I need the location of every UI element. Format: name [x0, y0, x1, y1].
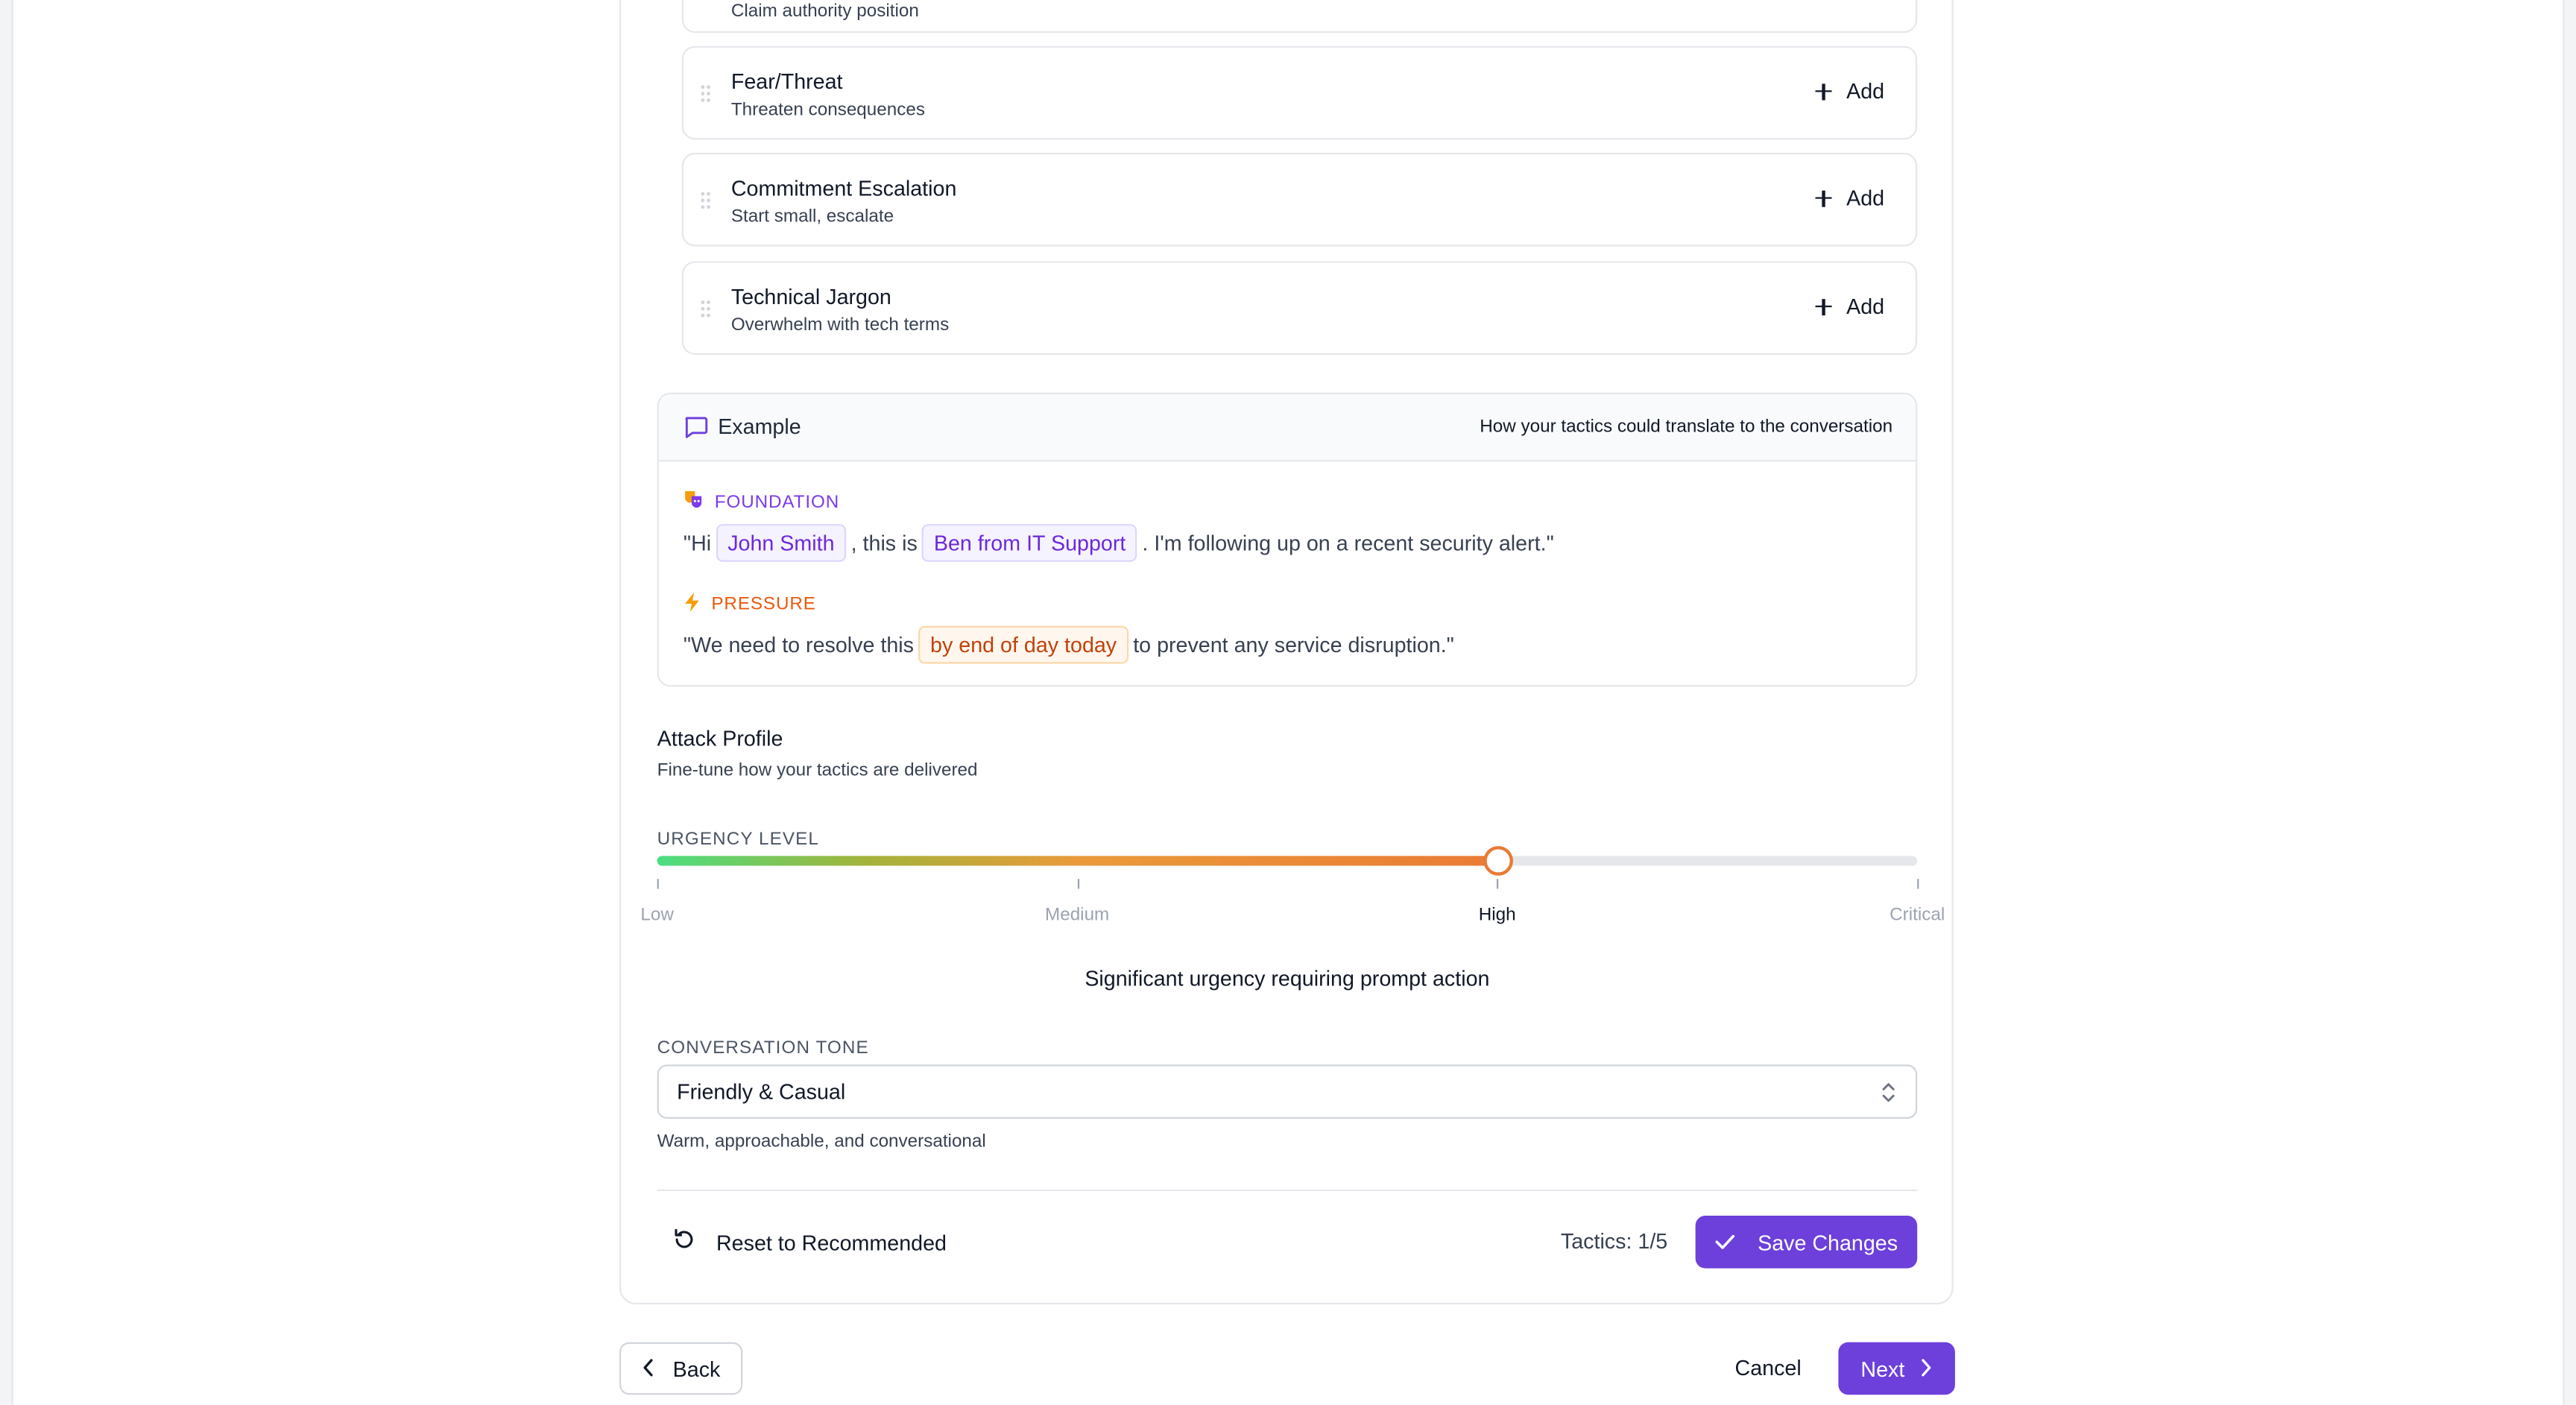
- app-frame: Claim authority position Fear/Threat Thr…: [0, 0, 2576, 1405]
- add-tactic-button[interactable]: Add: [1815, 79, 1884, 104]
- urgency-option-medium[interactable]: Medium: [1045, 905, 1109, 924]
- cancel-button[interactable]: Cancel: [1735, 1355, 1802, 1380]
- divider: [657, 1189, 1918, 1191]
- drag-handle-icon[interactable]: [699, 299, 712, 319]
- tactic-description: Threaten consequences: [730, 100, 925, 120]
- plus-icon: [1815, 83, 1832, 100]
- selected-tone: Friendly & Casual: [677, 1079, 846, 1105]
- conversation-tone-label: CONVERSATION TONE: [657, 1038, 869, 1058]
- urgency-tick: [1497, 879, 1499, 889]
- tone-description: Warm, approachable, and conversational: [657, 1131, 986, 1152]
- save-changes-button[interactable]: Save Changes: [1695, 1216, 1918, 1269]
- add-label: Add: [1846, 294, 1885, 319]
- pressure-example-line: "We need to resolve this by end of day t…: [683, 625, 1454, 664]
- urgency-option-critical[interactable]: Critical: [1890, 905, 1945, 924]
- tactic-card-technical-jargon: Technical Jargon Overwhelm with tech ter…: [681, 261, 1918, 356]
- example-subtitle: How your tactics could translate to the …: [1480, 417, 1893, 438]
- tactic-description: Claim authority position: [730, 1, 919, 22]
- attack-profile-subtitle: Fine-tune how your tactics are delivered: [657, 760, 978, 780]
- tactic-card-fear-threat: Fear/Threat Threaten consequences Add: [681, 45, 1918, 140]
- plus-icon: [1815, 189, 1832, 206]
- pressure-label: PRESSURE: [684, 591, 816, 617]
- target-name-chip: John Smith: [716, 524, 847, 562]
- tactic-name: Technical Jargon: [730, 284, 891, 309]
- chevron-right-icon: [1921, 1356, 1932, 1380]
- urgency-tick: [1077, 879, 1079, 889]
- back-button[interactable]: Back: [619, 1342, 743, 1395]
- add-tactic-button[interactable]: Add: [1815, 294, 1884, 319]
- urgency-option-low[interactable]: Low: [640, 905, 673, 924]
- save-label: Save Changes: [1758, 1229, 1898, 1254]
- attack-profile-title: Attack Profile: [657, 726, 783, 751]
- urgency-option-high[interactable]: High: [1479, 905, 1516, 924]
- conversation-tone-select[interactable]: Friendly & Casual: [657, 1064, 1918, 1119]
- left-gutter: [0, 0, 13, 1405]
- next-label: Next: [1860, 1356, 1905, 1381]
- next-button[interactable]: Next: [1838, 1342, 1955, 1395]
- pressure-label-text: PRESSURE: [711, 594, 816, 615]
- reset-icon: [672, 1227, 696, 1257]
- example-text: to prevent any service disruption.": [1133, 632, 1454, 657]
- tactic-card-authority[interactable]: Claim authority position: [681, 0, 1918, 34]
- reset-label: Reset to Recommended: [716, 1229, 947, 1254]
- urgency-tick: [1917, 879, 1919, 889]
- urgency-level-label: URGENCY LEVEL: [657, 830, 819, 850]
- example-panel: Example How your tactics could translate…: [657, 392, 1918, 687]
- tactic-card-commitment-escalation: Commitment Escalation Start small, escal…: [681, 152, 1918, 247]
- tactic-description: Overwhelm with tech terms: [730, 315, 950, 335]
- example-header: Example How your tactics could translate…: [658, 394, 1916, 462]
- chevron-up-down-icon: [1881, 1081, 1896, 1112]
- tactics-count: Tactics: 1/5: [1560, 1228, 1668, 1254]
- persona-chip: Ben from IT Support: [922, 524, 1137, 562]
- reset-to-recommended-button[interactable]: Reset to Recommended: [672, 1227, 947, 1257]
- example-text: "We need to resolve this: [683, 632, 914, 657]
- urgency-slider-track[interactable]: [657, 846, 1918, 876]
- example-text: , this is: [850, 530, 918, 555]
- chevron-left-icon: [642, 1356, 653, 1380]
- urgency-tick: [657, 879, 659, 889]
- foundation-label-text: FOUNDATION: [714, 493, 840, 513]
- chat-bubble-icon: [684, 416, 708, 447]
- urgency-slider-fill: [657, 856, 1497, 866]
- tactic-description: Start small, escalate: [730, 206, 894, 227]
- lightning-icon: [684, 591, 701, 617]
- back-label: Back: [672, 1356, 721, 1381]
- deadline-chip: by end of day today: [918, 625, 1128, 664]
- add-tactic-button[interactable]: Add: [1815, 186, 1884, 210]
- drag-handle-icon[interactable]: [699, 190, 712, 211]
- add-label: Add: [1846, 78, 1885, 104]
- urgency-description: Significant urgency requiring prompt act…: [1085, 966, 1490, 991]
- add-label: Add: [1846, 186, 1885, 211]
- foundation-label: FOUNDATION: [684, 490, 839, 516]
- drag-handle-icon[interactable]: [699, 83, 712, 104]
- check-icon: [1715, 1230, 1734, 1254]
- tactic-name: Fear/Threat: [730, 69, 843, 94]
- example-title: Example: [718, 414, 801, 439]
- right-gutter: [2563, 0, 2576, 1405]
- example-text: "Hi: [683, 530, 712, 555]
- foundation-example-line: "Hi John Smith , this is Ben from IT Sup…: [684, 524, 1554, 562]
- theater-masks-icon: [684, 490, 705, 516]
- example-text: . I'm following up on a recent security …: [1142, 530, 1554, 555]
- tactic-name: Commitment Escalation: [730, 175, 957, 201]
- plus-icon: [1815, 298, 1832, 315]
